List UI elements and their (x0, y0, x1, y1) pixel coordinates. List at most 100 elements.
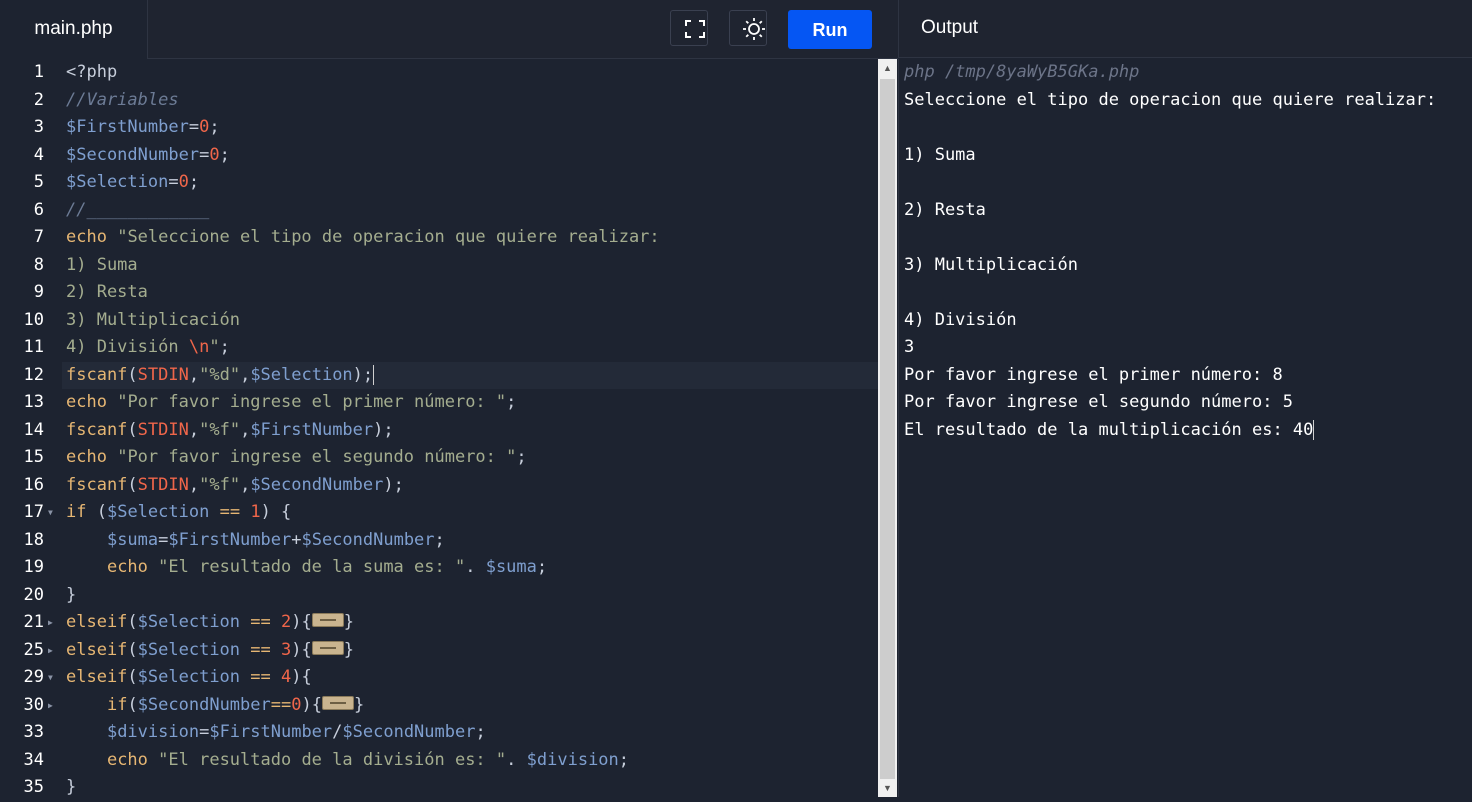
code-token: == (250, 667, 271, 687)
code-token: $Selection (106, 502, 210, 522)
code-token: $FirstNumber (250, 419, 374, 440)
code-line[interactable]: 4) División \n"; (66, 334, 230, 362)
code-line[interactable]: $suma=$FirstNumber+$SecondNumber; (66, 527, 445, 555)
code-token: 0 (178, 172, 189, 192)
code-token: fscanf (66, 474, 128, 495)
code-token: $SecondNumber (66, 144, 200, 165)
code-token: ); (373, 419, 394, 440)
code-line[interactable]: $SecondNumber=0; (66, 142, 230, 170)
code-token: echo (106, 749, 148, 770)
collapsed-code-marker-icon[interactable] (311, 613, 344, 627)
collapsed-code-marker-icon[interactable] (321, 695, 354, 710)
code-token: elseif (66, 639, 128, 660)
code-line[interactable]: <?php (66, 59, 117, 87)
fold-closed-arrow-icon[interactable]: ▶ (48, 692, 58, 720)
code-token: ( (127, 612, 138, 632)
run-button[interactable]: Run (788, 10, 872, 49)
code-token: 0 (291, 694, 302, 715)
code-token: $Selection (137, 612, 241, 632)
code-token: " (209, 337, 220, 357)
output-console[interactable]: php /tmp/8yaWyB5GKa.php Seleccione el tip… (898, 59, 1472, 797)
code-line[interactable]: echo "El resultado de la división es: ".… (66, 747, 629, 775)
code-line[interactable]: 1) Suma (66, 252, 138, 280)
code-token: 4) División (66, 337, 189, 357)
output-line: Seleccione el tipo de operacion que quie… (904, 89, 1437, 110)
code-token: ( (127, 419, 138, 440)
code-token: \n (188, 337, 210, 357)
scrollbar-thumb[interactable] (880, 79, 895, 779)
tab-main-php[interactable]: main.php (0, 0, 148, 59)
code-line[interactable]: fscanf(STDIN,"%d",$Selection); (66, 362, 375, 390)
fullscreen-button[interactable] (670, 10, 708, 46)
fold-open-arrow-icon[interactable]: ▼ (48, 499, 58, 527)
code-token: ) (291, 612, 302, 632)
code-token: ; (434, 529, 445, 550)
scroll-down-arrow-icon[interactable]: ▼ (878, 779, 897, 797)
code-line[interactable]: 3) Multiplicación (66, 307, 240, 335)
code-line[interactable]: echo "Por favor ingrese el primer número… (66, 389, 516, 417)
code-token: , (188, 419, 200, 440)
collapsed-code-marker-icon[interactable] (311, 640, 344, 655)
code-line[interactable]: elseif($Selection == 3){} (66, 637, 354, 665)
code-token: , (188, 474, 200, 495)
line-number: 21 (23, 612, 44, 632)
code-line[interactable]: //Variables (66, 87, 179, 115)
code-line[interactable]: $Selection=0; (66, 169, 199, 197)
fold-closed-arrow-icon[interactable]: ▶ (48, 609, 58, 637)
fold-open-arrow-icon[interactable]: ▼ (48, 664, 58, 692)
line-number: 7 (33, 227, 44, 247)
code-token: //Variables (66, 89, 179, 110)
code-line[interactable]: } (66, 774, 76, 802)
editor-scrollbar[interactable]: ▲ ▼ (878, 59, 897, 797)
code-token: $Selection (250, 364, 353, 385)
code-line[interactable]: echo "Seleccione el tipo de operacion qu… (66, 224, 660, 252)
line-number: 1 (33, 62, 44, 82)
code-token: == (250, 639, 271, 660)
code-token: 1) Suma (66, 254, 138, 275)
code-line[interactable]: } (66, 582, 76, 610)
code-line[interactable]: echo "El resultado de la suma es: ". $su… (66, 554, 547, 582)
code-token: ; (219, 144, 230, 165)
code-line[interactable]: 2) Resta (66, 279, 148, 307)
line-number: 17 (23, 502, 44, 522)
code-token: , (240, 419, 251, 440)
theme-toggle-button[interactable] (729, 10, 767, 46)
line-number: 29 (23, 667, 44, 687)
code-line[interactable]: $division=$FirstNumber/$SecondNumber; (66, 719, 486, 747)
line-number: 14 (23, 419, 44, 440)
code-line[interactable]: fscanf(STDIN,"%f",$SecondNumber); (66, 472, 404, 500)
scroll-up-arrow-icon[interactable]: ▲ (878, 59, 897, 77)
fold-closed-arrow-icon[interactable]: ▶ (48, 637, 58, 665)
code-line[interactable]: if($SecondNumber==0){} (66, 692, 364, 720)
code-token: $FirstNumber (168, 529, 292, 550)
code-token: STDIN (137, 474, 189, 495)
code-token: == (270, 694, 292, 715)
code-line[interactable]: echo "Por favor ingrese el segundo númer… (66, 444, 527, 472)
code-token: ( (127, 474, 138, 495)
code-token: , (188, 364, 200, 385)
code-token: ; (209, 117, 220, 137)
line-number: 11 (23, 337, 44, 357)
code-line[interactable]: $FirstNumber=0; (66, 114, 220, 142)
code-token: $FirstNumber (66, 117, 189, 137)
code-token: ){ (301, 694, 322, 715)
code-editor[interactable]: 1 2 3 4 5 6 7 8 9 10 11 12 13 14 15 16 17 ▼ 18 19 20 21 ▶ 25 ▶ 29… (0, 59, 878, 797)
code-line[interactable]: //____________ (66, 197, 209, 225)
code-line[interactable]: if ($Selection == 1) { (66, 499, 291, 527)
code-line[interactable]: elseif($Selection == 4){ (66, 664, 312, 692)
code-line[interactable]: fscanf(STDIN,"%f",$FirstNumber); (66, 417, 394, 445)
code-token: ; (506, 392, 517, 412)
code-token: ) (291, 639, 302, 660)
code-line[interactable]: elseif($Selection == 2){} (66, 609, 354, 637)
line-number: 35 (23, 777, 44, 797)
output-cursor (1313, 419, 1315, 440)
code-token: ); (383, 474, 404, 495)
